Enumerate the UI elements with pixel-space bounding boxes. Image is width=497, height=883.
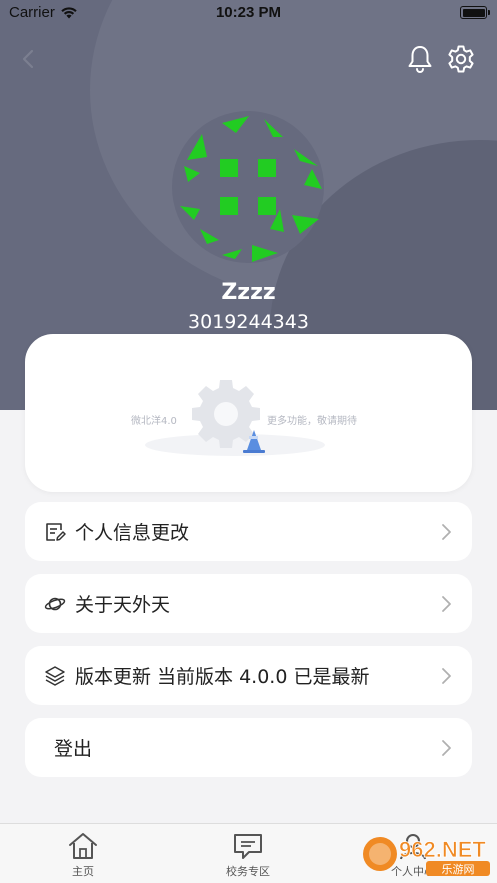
tab-home[interactable]: 主页 <box>38 832 128 879</box>
user-id: 3019244343 <box>188 311 309 333</box>
menu-item-logout[interactable]: 登出 <box>25 718 472 777</box>
chevron-right-icon <box>442 523 451 540</box>
menu-label-version-update: 版本更新 当前版本 4.0.0 已是最新 <box>75 666 370 688</box>
menu-label-about: 关于天外天 <box>75 594 171 616</box>
menu-item-about[interactable]: 关于天外天 <box>25 574 472 633</box>
edit-document-icon <box>46 522 66 541</box>
chevron-right-icon <box>442 667 451 684</box>
chevron-right-icon <box>442 739 451 756</box>
promo-app-version: 微北洋4.0 <box>131 416 177 427</box>
menu-item-edit-profile[interactable]: 个人信息更改 <box>25 502 472 561</box>
layers-icon <box>45 665 65 686</box>
gear-icon[interactable] <box>445 43 477 75</box>
tab-label-school-affairs: 校务专区 <box>226 865 270 878</box>
planet-icon <box>44 597 66 610</box>
status-time: 10:23 PM <box>215 4 282 21</box>
menu-item-version-update[interactable]: 版本更新 当前版本 4.0.0 已是最新 <box>25 646 472 705</box>
tab-school-affairs[interactable]: 校务专区 <box>203 832 293 879</box>
tab-label-home: 主页 <box>72 865 94 878</box>
username: Zzzz <box>221 280 276 305</box>
site-watermark-logo: 962.NET 乐游网 <box>363 837 490 876</box>
status-bar: Carrier 10:23 PM <box>0 0 497 26</box>
menu-label-logout: 登出 <box>54 738 93 760</box>
back-button[interactable] <box>14 44 44 74</box>
battery-icon <box>460 6 490 19</box>
menu-label-edit-profile: 个人信息更改 <box>75 522 190 544</box>
home-icon <box>69 833 97 859</box>
feature-placeholder-card: 微北洋4.0 更多功能，敬请期待 <box>25 334 472 492</box>
avatar[interactable] <box>172 111 324 263</box>
message-icon <box>234 834 262 859</box>
bell-icon[interactable] <box>404 43 436 75</box>
promo-coming-soon: 更多功能，敬请期待 <box>267 416 357 427</box>
svg-text:乐游网: 乐游网 <box>442 863 475 876</box>
svg-text:962.NET: 962.NET <box>399 837 486 862</box>
chevron-right-icon <box>442 595 451 612</box>
